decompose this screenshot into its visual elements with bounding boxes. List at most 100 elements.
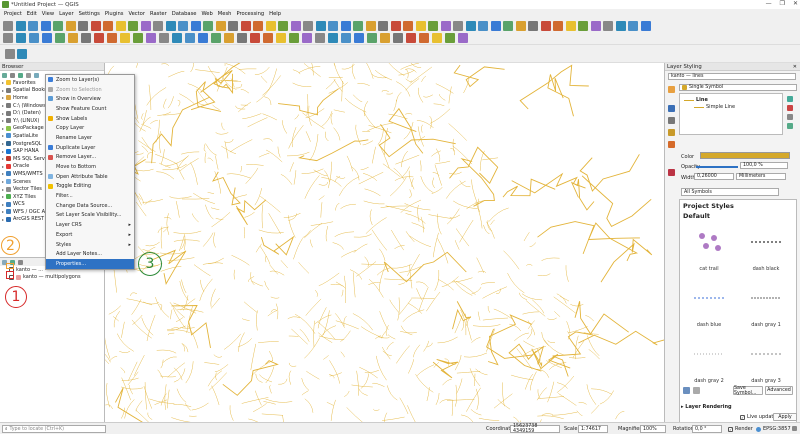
menu-plugins[interactable]: Plugins (105, 11, 124, 17)
symbol-card[interactable]: dash gray 2 (679, 334, 739, 384)
tb1-tool-icon[interactable] (40, 21, 51, 31)
tb2-tool-icon[interactable] (159, 33, 169, 43)
rotation-field[interactable]: 0,0 ° (692, 425, 722, 433)
map-canvas[interactable] (105, 63, 664, 422)
close-panel-icon[interactable]: ✕ (793, 64, 797, 70)
expand-arrow-icon[interactable]: ▸ (2, 111, 4, 116)
tb2-tool-icon[interactable] (94, 33, 104, 43)
expand-arrow-icon[interactable]: ▸ (2, 88, 4, 93)
tb2-tool-icon[interactable] (224, 33, 234, 43)
menu-mesh[interactable]: Mesh (218, 11, 232, 17)
menu-database[interactable]: Database (172, 11, 197, 17)
mask-tab-icon[interactable] (668, 117, 675, 124)
tb1-tool-icon[interactable] (490, 21, 501, 31)
tb2-tool-icon[interactable] (211, 33, 221, 43)
expand-arrow-icon[interactable]: ▸ (2, 179, 4, 184)
tb1-tool-icon[interactable] (578, 21, 588, 31)
magnifier-field[interactable]: 100% (640, 425, 666, 433)
context-menu-item[interactable]: Properties... (46, 259, 134, 269)
expand-arrow-icon[interactable]: ▸ (2, 103, 4, 108)
tb1-tool-icon[interactable] (353, 21, 363, 31)
tb3-tool-icon[interactable] (17, 49, 27, 59)
diagrams-tab-icon[interactable] (668, 141, 675, 148)
context-menu-item[interactable]: Add Layer Notes... (46, 249, 134, 259)
expand-arrow-icon[interactable]: ▸ (2, 118, 4, 123)
tb2-tool-icon[interactable] (185, 33, 195, 43)
context-menu-item[interactable]: Zoom to Selection (46, 85, 134, 95)
tb1-tool-icon[interactable] (265, 21, 276, 31)
labels-tab-icon[interactable] (668, 105, 675, 112)
tb1-tool-icon[interactable] (453, 21, 463, 31)
list-view-icon[interactable] (693, 387, 700, 394)
add-layer-icon[interactable] (2, 72, 7, 78)
render-checkbox[interactable]: ✓ Render (728, 426, 753, 432)
menu-layer[interactable]: Layer (59, 11, 73, 17)
tb2-tool-icon[interactable] (250, 33, 260, 43)
lock-icon[interactable] (787, 114, 793, 120)
render-check-icon[interactable]: ✓ (728, 426, 733, 432)
tb1-tool-icon[interactable] (165, 21, 176, 31)
tree-simple-line-item[interactable]: Simple Line (706, 104, 735, 110)
context-menu-item[interactable]: Styles ▸ (46, 240, 134, 250)
minimize-button[interactable]: — (766, 0, 772, 7)
tb2-tool-icon[interactable] (133, 33, 143, 43)
tb1-tool-icon[interactable] (253, 21, 263, 31)
symbols-filter-select[interactable]: All Symbols (681, 188, 779, 196)
context-menu-item[interactable]: Open Attribute Table (46, 172, 134, 182)
tb3-tool-icon[interactable] (5, 49, 15, 59)
filter-legend-icon[interactable] (18, 259, 23, 265)
tb1-tool-icon[interactable] (615, 21, 626, 31)
expand-arrow-icon[interactable]: ▸ (2, 202, 4, 207)
tb1-tool-icon[interactable] (178, 21, 188, 31)
collapse-icon[interactable] (26, 72, 31, 78)
icon-view-icon[interactable] (683, 387, 690, 394)
properties-icon[interactable] (34, 72, 39, 78)
context-menu-item[interactable]: Move to Bottom (46, 162, 134, 172)
tb1-tool-icon[interactable] (140, 21, 151, 31)
tb2-tool-icon[interactable] (406, 33, 416, 43)
symbology-tab-icon[interactable] (668, 86, 675, 93)
expand-arrow-icon[interactable]: ▸ (2, 126, 4, 131)
tb1-tool-icon[interactable] (53, 21, 63, 31)
tb1-tool-icon[interactable] (278, 21, 288, 31)
menu-raster[interactable]: Raster (150, 11, 167, 17)
tb2-tool-icon[interactable] (276, 33, 286, 43)
context-menu-item[interactable]: Show Feature Count (46, 104, 134, 114)
tb2-tool-icon[interactable] (172, 33, 182, 43)
expand-arrow-icon[interactable]: ▸ (2, 149, 4, 154)
layer-select[interactable]: kanto — lines (668, 73, 796, 80)
tb1-tool-icon[interactable] (315, 21, 326, 31)
tb1-tool-icon[interactable] (528, 21, 538, 31)
tb1-tool-icon[interactable] (203, 21, 213, 31)
tb1-tool-icon[interactable] (65, 21, 76, 31)
tb2-tool-icon[interactable] (419, 33, 429, 43)
menu-help[interactable]: Help (269, 11, 281, 17)
refresh-icon[interactable] (10, 72, 15, 78)
tb2-tool-icon[interactable] (146, 33, 156, 43)
live-update-check-icon[interactable]: ✓ (740, 414, 745, 420)
context-menu-item[interactable]: Remove Layer... (46, 153, 134, 163)
expand-arrow-icon[interactable]: ▸ (2, 171, 4, 176)
tb1-tool-icon[interactable] (78, 21, 88, 31)
tb2-tool-icon[interactable] (198, 33, 208, 43)
context-menu-item[interactable]: Set Layer Scale Visibility... (46, 211, 134, 221)
tb1-tool-icon[interactable] (565, 21, 576, 31)
tb2-tool-icon[interactable] (107, 33, 117, 43)
layer-rendering-section[interactable]: ▸ Layer Rendering (681, 404, 732, 410)
tb2-tool-icon[interactable] (367, 33, 377, 43)
menu-view[interactable]: View (42, 11, 54, 17)
tb2-tool-icon[interactable] (432, 33, 442, 43)
tb1-tool-icon[interactable] (215, 21, 226, 31)
tb2-tool-icon[interactable] (445, 33, 455, 43)
width-unit-select[interactable]: Millimeters (736, 173, 786, 180)
tb1-tool-icon[interactable] (90, 21, 101, 31)
tb2-tool-icon[interactable] (328, 33, 338, 43)
context-menu-item[interactable]: Show in Overview (46, 94, 134, 104)
menu-project[interactable]: Project (4, 11, 22, 17)
tb1-tool-icon[interactable] (115, 21, 126, 31)
tb2-tool-icon[interactable] (380, 33, 390, 43)
tb1-tool-icon[interactable] (228, 21, 238, 31)
symbol-card[interactable]: dash gray 3 (736, 334, 796, 384)
maximize-button[interactable]: ❐ (780, 0, 785, 7)
tb1-tool-icon[interactable] (603, 21, 613, 31)
